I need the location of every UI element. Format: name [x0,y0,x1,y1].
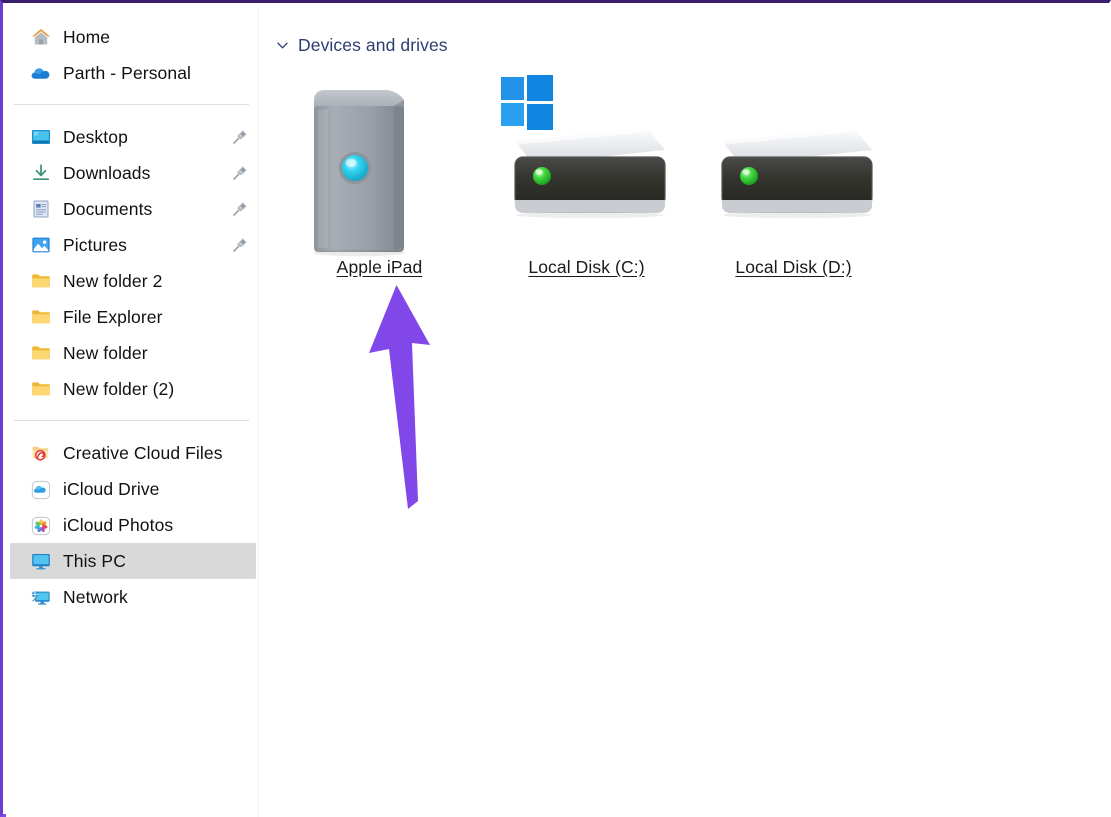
icloud-photos-icon [30,514,52,536]
folder-icon [30,378,52,400]
sidebar-item-this-pc[interactable]: This PC [10,543,256,579]
documents-icon [30,198,52,220]
drive-label[interactable]: Local Disk (D:) [735,257,851,278]
sidebar-item-desktop[interactable]: Desktop [6,119,259,155]
sidebar-item-icloud-drive[interactable]: iCloud Drive [6,471,259,507]
sidebar-item-label: Pictures [63,234,128,255]
sidebar-item-label: New folder 2 [63,270,163,291]
content-pane: Devices and drives Apple iPad Local Disk… [259,6,1111,817]
devices-and-drives-group-header[interactable]: Devices and drives [276,33,506,57]
downloads-icon [30,162,52,184]
sidebar-item-label: Network [63,586,128,607]
folder-icon [30,306,52,328]
sidebar-item-label: Creative Cloud Files [63,442,223,463]
drive-label[interactable]: Apple iPad [337,257,423,278]
pin-icon[interactable] [231,200,249,218]
windows-logo-badge [500,75,553,130]
drive-label[interactable]: Local Disk (C:) [528,257,644,278]
sidebar-item-label: Home [63,26,111,47]
sidebar-item-label: iCloud Drive [63,478,160,499]
sidebar-item-icloud-photos[interactable]: iCloud Photos [6,507,259,543]
sidebar-item-downloads[interactable]: Downloads [6,155,259,191]
this-pc-icon [30,550,52,572]
drive-tile-apple-ipad[interactable]: Apple iPad [276,72,483,278]
folder-icon [30,342,52,364]
sidebar-item-label: Downloads [63,162,151,183]
sidebar-item-label: iCloud Photos [63,514,174,535]
file-explorer-window: Home Parth - Personal Desktop Downloads … [0,0,1111,817]
pin-icon[interactable] [231,236,249,254]
drive-tile-local-disk-d[interactable]: Local Disk (D:) [690,72,897,278]
hard-drive-icon [497,72,677,257]
icloud-drive-icon [30,478,52,500]
sidebar-item-new-folder[interactable]: New folder [6,335,259,371]
sidebar-item-label: Parth - Personal [63,62,192,83]
sidebar-item-label: Documents [63,198,153,219]
home-icon [30,26,52,48]
sidebar-item-file-explorer[interactable]: File Explorer [6,299,259,335]
group-title: Devices and drives [298,34,448,55]
sidebar-item-creative-cloud-files[interactable]: Creative Cloud Files [6,435,259,471]
onedrive-cloud-icon [30,62,52,84]
desktop-icon [30,126,52,148]
drive-tile-local-disk-c[interactable]: Local Disk (C:) [483,72,690,278]
drive-grid: Apple iPad Local Disk (C:) Local Disk (D… [276,72,1111,278]
sidebar-item-network[interactable]: Network [6,579,259,615]
sidebar-group-locations: Creative Cloud Files iCloud Drive iCloud… [6,435,259,615]
chevron-down-icon[interactable] [276,39,289,52]
sidebar-item-label: File Explorer [63,306,163,327]
sidebar-item-new-folder-2-dup[interactable]: New folder (2) [6,371,259,407]
sidebar-item-new-folder-2[interactable]: New folder 2 [6,263,259,299]
sidebar-item-home[interactable]: Home [6,19,259,55]
network-icon [30,586,52,608]
sidebar-item-documents[interactable]: Documents [6,191,259,227]
pin-icon[interactable] [231,164,249,182]
sidebar-item-label: Desktop [63,126,128,147]
sidebar-item-pictures[interactable]: Pictures [6,227,259,263]
hard-drive-icon [704,72,884,257]
navigation-pane: Home Parth - Personal Desktop Downloads … [6,6,259,817]
sidebar-item-onedrive-personal[interactable]: Parth - Personal [6,55,259,91]
pictures-icon [30,234,52,256]
portable-device-icon [290,72,470,257]
explorer-body: Home Parth - Personal Desktop Downloads … [6,6,1111,817]
sidebar-item-label: New folder [63,342,148,363]
sidebar-group-pinned: Desktop Downloads Documents Pictures New… [6,119,259,407]
sidebar-group-quick: Home Parth - Personal [6,19,259,91]
folder-icon [30,270,52,292]
creative-cloud-folder-icon [30,442,52,464]
sidebar-item-label: This PC [63,550,126,571]
sidebar-divider-1 [14,104,249,105]
sidebar-item-label: New folder (2) [63,378,175,399]
pin-icon[interactable] [231,128,249,146]
sidebar-divider-2 [14,420,249,421]
